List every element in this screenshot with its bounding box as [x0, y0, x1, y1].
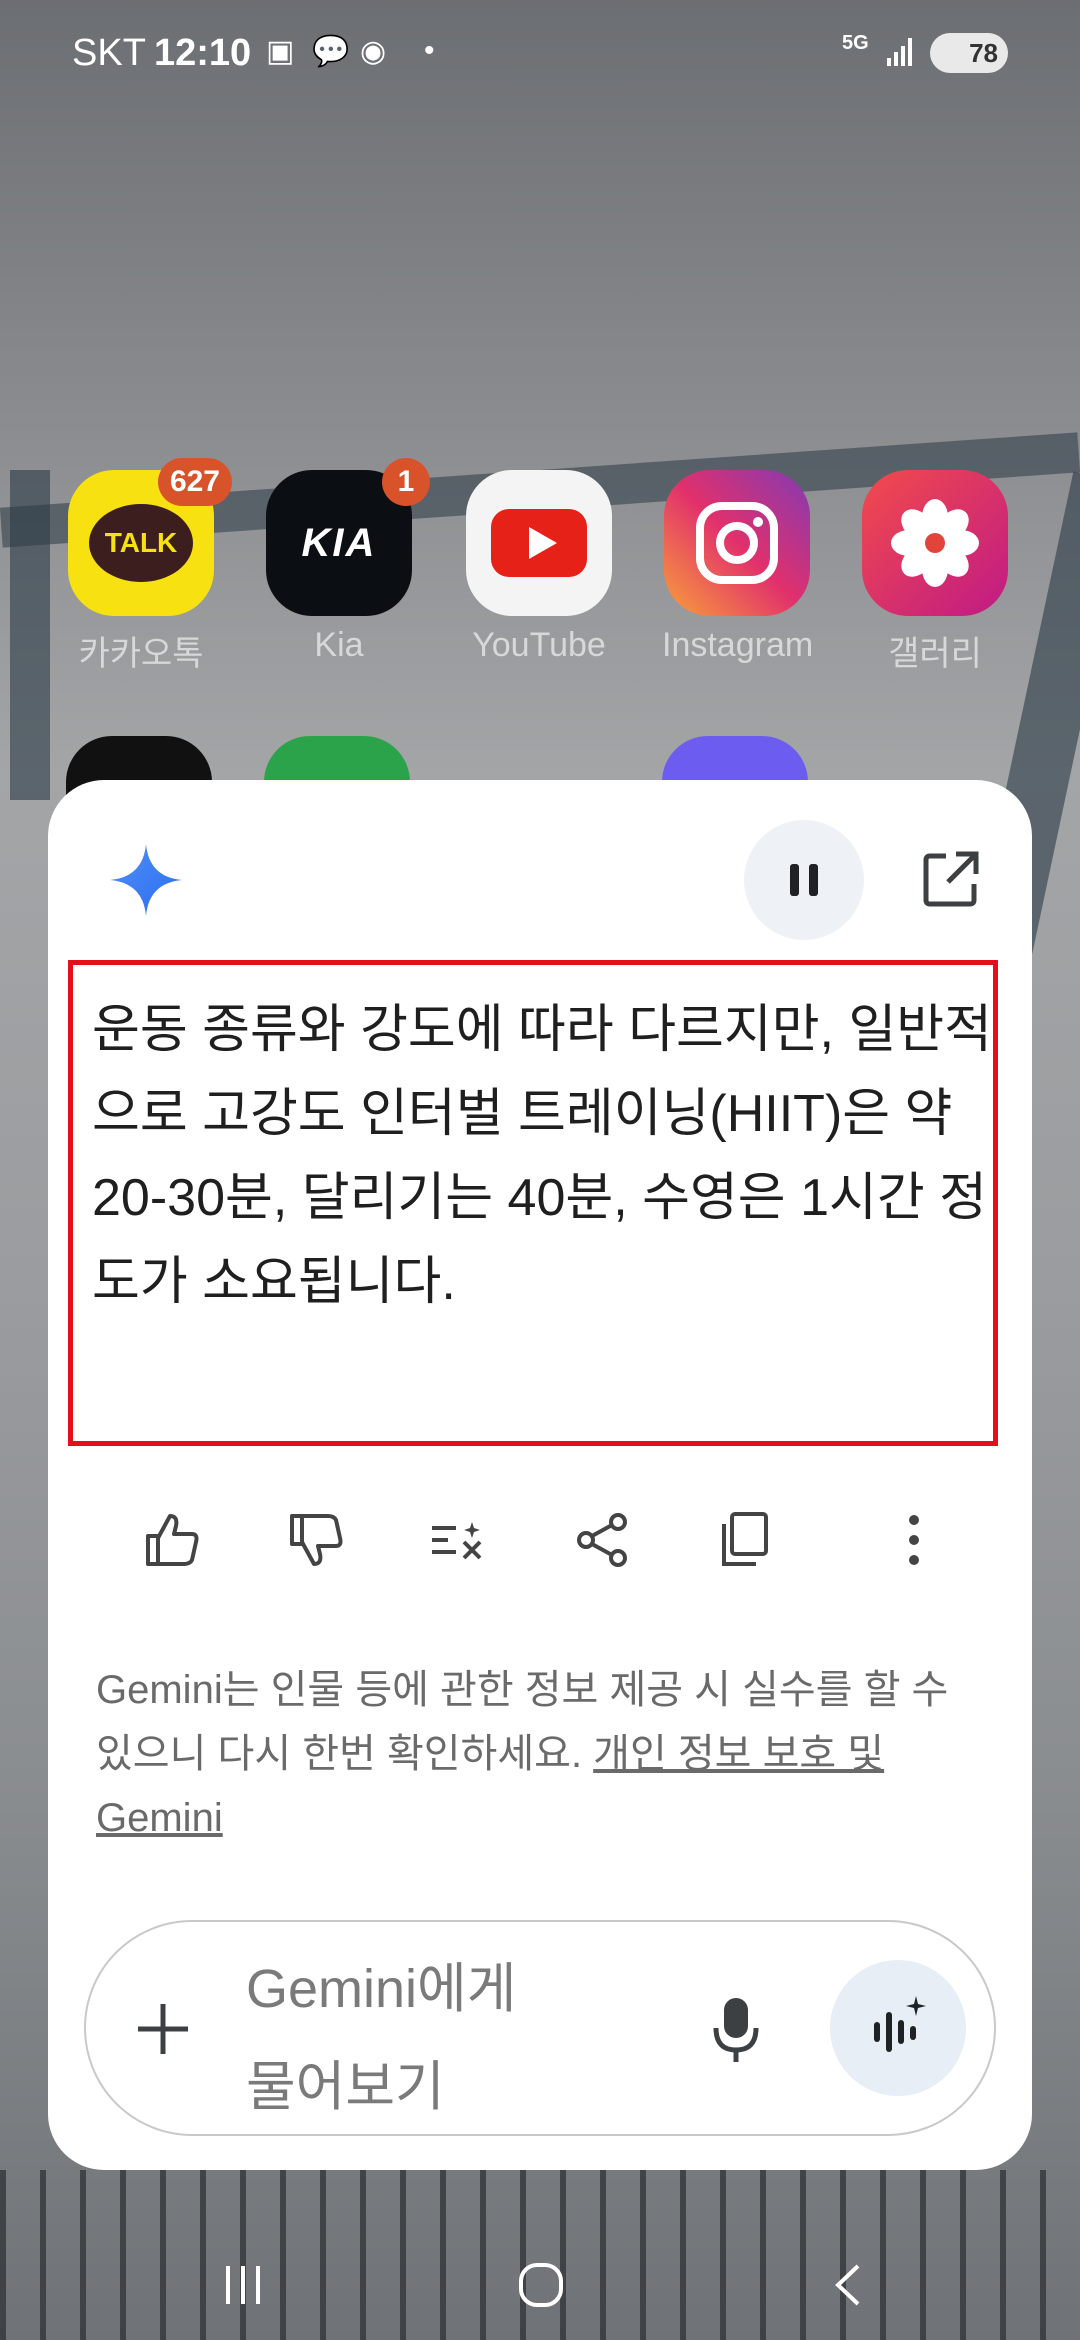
- open-in-app-icon[interactable]: [920, 848, 982, 910]
- app-label: 갤러리: [888, 635, 982, 673]
- pause-icon: [790, 864, 818, 896]
- instagram-icon: [664, 470, 810, 616]
- app-kia[interactable]: KIA 1 Kia: [264, 458, 430, 665]
- app-label: Instagram: [662, 626, 814, 664]
- disclaimer: Gemini는 인물 등에 관한 정보 제공 시 실수를 할 수 있으니 다시 …: [96, 1658, 996, 1850]
- talk-icon: 💬: [312, 35, 350, 68]
- signal-icon: [887, 38, 912, 66]
- clock: 12:10: [154, 32, 252, 74]
- gallery-flower-icon: [891, 499, 979, 587]
- copy-icon[interactable]: [712, 1508, 776, 1572]
- youtube-icon: [466, 470, 612, 616]
- gallery-icon: [862, 470, 1008, 616]
- instagram-camera-icon: [696, 502, 778, 584]
- prompt-input-bar[interactable]: Gemini에게 물어보기: [84, 1920, 996, 2136]
- microphone-icon[interactable]: [708, 1994, 764, 2064]
- kia-logo-text: KIA: [301, 520, 377, 565]
- status-bar: SKT 12:10 ▣ 💬 ◉ • 5G 78: [0, 0, 1080, 110]
- location-icon: ◉: [360, 35, 387, 68]
- carrier-label: SKT: [72, 32, 146, 74]
- add-icon[interactable]: [128, 1994, 198, 2064]
- app-youtube[interactable]: YouTube: [464, 470, 614, 665]
- kakaotalk-icon: TALK 627: [68, 458, 232, 616]
- modify-response-icon[interactable]: [426, 1508, 490, 1572]
- kakaotalk-bubble: TALK: [89, 504, 193, 582]
- back-icon[interactable]: [824, 2260, 874, 2310]
- prompt-input[interactable]: Gemini에게 물어보기: [246, 1940, 546, 2136]
- thumbs-up-icon[interactable]: [140, 1508, 204, 1572]
- gemini-answer-text: 운동 종류와 강도에 따라 다르지만, 일반적으로 고강도 인터벌 트레이닝(H…: [92, 1001, 992, 1311]
- app-kakaotalk[interactable]: TALK 627 카카오톡: [66, 458, 232, 675]
- wallpaper-pillar-left: [10, 470, 50, 800]
- live-waveform-icon: [874, 1996, 926, 2052]
- app-badge: 1: [382, 458, 430, 506]
- youtube-play-icon: [491, 509, 587, 577]
- screenshot-icon: ▣: [266, 35, 295, 68]
- app-badge: 627: [157, 458, 232, 506]
- network-type: 5G: [842, 32, 869, 54]
- share-icon[interactable]: [570, 1508, 634, 1572]
- app-label: 카카오톡: [78, 635, 204, 673]
- dot-icon: •: [424, 34, 435, 67]
- app-instagram[interactable]: Instagram: [662, 470, 814, 665]
- app-label: YouTube: [472, 626, 606, 664]
- home-icon[interactable]: [516, 2260, 566, 2310]
- navigation-bar: [0, 2220, 1080, 2340]
- gemini-live-button[interactable]: [830, 1960, 966, 2096]
- response-actions: [48, 1480, 1032, 1600]
- pause-button[interactable]: [744, 820, 864, 940]
- app-gallery[interactable]: 갤러리: [860, 470, 1010, 675]
- more-icon[interactable]: [882, 1508, 946, 1572]
- gemini-overlay: 운동 종류와 강도에 따라 다르지만, 일반적으로 고강도 인터벌 트레이닝(H…: [48, 780, 1032, 2170]
- thumbs-down-icon[interactable]: [284, 1508, 348, 1572]
- battery-indicator: 78: [930, 33, 1008, 73]
- app-label: Kia: [314, 626, 364, 664]
- kia-icon: KIA 1: [266, 458, 430, 616]
- gemini-spark-icon: [110, 844, 182, 916]
- recent-apps-icon[interactable]: [218, 2260, 268, 2310]
